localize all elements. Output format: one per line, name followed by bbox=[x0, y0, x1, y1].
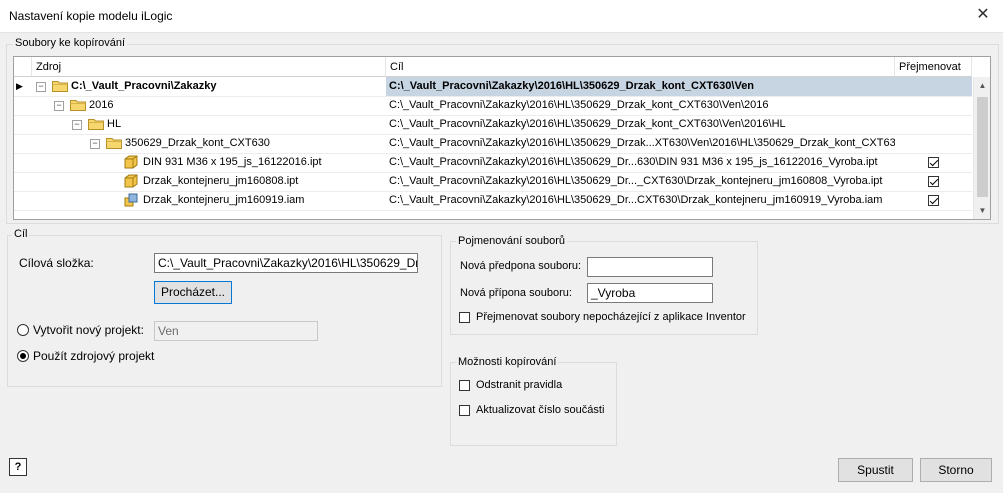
folder-icon bbox=[106, 138, 122, 149]
target-cell[interactable]: C:\_Vault_Pracovni\Zakazky\2016\HL\35062… bbox=[386, 172, 895, 191]
rename-checkbox[interactable] bbox=[928, 157, 939, 168]
row-indicator-icon bbox=[16, 153, 30, 172]
grid-corner bbox=[14, 57, 32, 77]
source-label: DIN 931 M36 x 195_js_16122016.ipt bbox=[143, 156, 322, 168]
table-row[interactable]: − 2016 C:\_Vault_Pracovni\Zakazky\2016\HL\… bbox=[14, 96, 972, 116]
scroll-up-icon[interactable]: ▲ bbox=[974, 77, 990, 94]
grid-vertical-scrollbar[interactable]: ▲ ▼ bbox=[973, 77, 990, 219]
title-bar: Nastavení kopie modelu iLogic ✕ bbox=[0, 0, 1003, 33]
source-cell[interactable]: − HL bbox=[32, 115, 386, 134]
column-header-source[interactable]: Zdroj bbox=[32, 57, 386, 77]
target-cell[interactable]: C:\_Vault_Pracovni\Zakazky\2016\HL\35062… bbox=[386, 191, 895, 210]
help-icon[interactable]: ? bbox=[9, 458, 27, 476]
rename-non-inventor-label: Přejmenovat soubory nepocházející z apli… bbox=[476, 311, 746, 323]
update-part-number-label: Aktualizovat číslo součásti bbox=[476, 404, 605, 416]
rename-cell bbox=[895, 153, 972, 172]
assembly-icon bbox=[124, 193, 138, 207]
source-label: 2016 bbox=[89, 99, 114, 111]
collapse-icon[interactable]: − bbox=[72, 120, 82, 130]
folder-icon bbox=[70, 100, 86, 111]
naming-group-legend: Pojmenování souborů bbox=[456, 235, 568, 247]
files-group-legend: Soubory ke kopírování bbox=[13, 37, 128, 49]
scrollbar-thumb[interactable] bbox=[977, 97, 988, 197]
source-cell[interactable]: − C:\_Vault_Pracovni\Zakazky bbox=[32, 77, 386, 96]
update-part-number-checkbox[interactable] bbox=[459, 405, 470, 416]
row-indicator-icon bbox=[16, 96, 30, 115]
run-button[interactable]: Spustit bbox=[838, 458, 913, 482]
cancel-button[interactable]: Storno bbox=[920, 458, 992, 482]
source-label: C:\_Vault_Pracovni\Zakazky bbox=[71, 80, 217, 92]
suffix-input[interactable]: _Vyroba bbox=[587, 283, 713, 303]
target-cell[interactable]: C:\_Vault_Pracovni\Zakazky\2016\HL\35062… bbox=[386, 77, 895, 96]
copy-options-legend: Možnosti kopírování bbox=[456, 356, 559, 368]
rename-cell bbox=[895, 96, 972, 115]
prefix-input[interactable] bbox=[587, 257, 713, 277]
row-indicator-icon bbox=[16, 134, 30, 153]
target-group-legend: Cíl bbox=[12, 228, 30, 240]
rename-checkbox[interactable] bbox=[928, 195, 939, 206]
collapse-icon[interactable]: − bbox=[36, 82, 46, 92]
source-label: HL bbox=[107, 118, 122, 130]
rename-cell bbox=[895, 191, 972, 210]
part-icon bbox=[124, 155, 138, 169]
folder-icon bbox=[52, 81, 68, 92]
use-source-project-radio[interactable] bbox=[17, 350, 29, 362]
table-row[interactable]: − 350629_Drzak_kont_CXT630 C:\_Vault_Praco… bbox=[14, 134, 972, 154]
row-indicator-icon bbox=[16, 115, 30, 134]
rename-cell bbox=[895, 134, 972, 153]
scroll-down-icon[interactable]: ▼ bbox=[974, 202, 990, 219]
suffix-label: Nová přípona souboru: bbox=[460, 287, 572, 299]
part-icon bbox=[124, 174, 138, 188]
target-folder-label: Cílová složka: bbox=[19, 256, 94, 270]
row-indicator-icon bbox=[16, 172, 30, 191]
rename-cell bbox=[895, 77, 972, 96]
column-header-target[interactable]: Cíl bbox=[386, 57, 895, 77]
collapse-icon[interactable]: − bbox=[90, 139, 100, 149]
rename-non-inventor-checkbox[interactable] bbox=[459, 312, 470, 323]
browse-button[interactable]: Procházet... bbox=[154, 281, 232, 304]
rename-cell bbox=[895, 115, 972, 134]
target-cell[interactable]: C:\_Vault_Pracovni\Zakazky\2016\HL\35062… bbox=[386, 115, 895, 134]
row-indicator-icon bbox=[16, 191, 30, 210]
new-project-label: Vytvořit nový projekt: bbox=[33, 323, 144, 337]
use-source-project-label: Použít zdrojový projekt bbox=[33, 349, 155, 363]
prefix-label: Nová předpona souboru: bbox=[460, 260, 582, 272]
source-cell[interactable]: Drzak_kontejneru_jm160808.ipt bbox=[32, 172, 386, 191]
rename-cell bbox=[895, 172, 972, 191]
source-cell[interactable]: Drzak_kontejneru_jm160919.iam bbox=[32, 191, 386, 210]
source-cell[interactable]: − 350629_Drzak_kont_CXT630 bbox=[32, 134, 386, 153]
table-row[interactable]: ▶ − C:\_Vault_Pracovni\Zakazky C:\_Vault_Pr… bbox=[14, 77, 972, 97]
source-label: Drzak_kontejneru_jm160808.ipt bbox=[143, 175, 299, 187]
close-icon[interactable]: ✕ bbox=[968, 2, 998, 28]
remove-rules-checkbox[interactable] bbox=[459, 380, 470, 391]
new-project-radio[interactable] bbox=[17, 324, 29, 336]
target-cell[interactable]: C:\_Vault_Pracovni\Zakazky\2016\HL\35062… bbox=[386, 96, 895, 115]
remove-rules-label: Odstranit pravidla bbox=[476, 379, 563, 391]
collapse-icon[interactable]: − bbox=[54, 101, 64, 111]
source-cell[interactable]: DIN 931 M36 x 195_js_16122016.ipt bbox=[32, 153, 386, 172]
target-folder-input[interactable]: C:\_Vault_Pracovni\Zakazky\2016\HL\35062… bbox=[154, 253, 418, 273]
new-project-input[interactable]: Ven bbox=[154, 321, 318, 341]
target-cell[interactable]: C:\_Vault_Pracovni\Zakazky\2016\HL\35062… bbox=[386, 153, 895, 172]
row-indicator-icon: ▶ bbox=[16, 81, 23, 91]
source-label: Drzak_kontejneru_jm160919.iam bbox=[143, 194, 305, 206]
table-row[interactable]: Drzak_kontejneru_jm160808.ipt C:\_Vault_P… bbox=[14, 172, 972, 192]
target-cell[interactable]: C:\_Vault_Pracovni\Zakazky\2016\HL\35062… bbox=[386, 134, 895, 153]
window-title: Nastavení kopie modelu iLogic bbox=[9, 9, 173, 23]
rename-checkbox[interactable] bbox=[928, 176, 939, 187]
source-label: 350629_Drzak_kont_CXT630 bbox=[125, 137, 270, 149]
source-cell[interactable]: − 2016 bbox=[32, 96, 386, 115]
column-header-rename[interactable]: Přejmenovat bbox=[895, 57, 972, 77]
folder-icon bbox=[88, 119, 104, 130]
table-row[interactable]: Drzak_kontejneru_jm160919.iam C:\_Vault_P… bbox=[14, 191, 972, 211]
files-grid[interactable]: Zdroj Cíl Přejmenovat ▶ − C:\_Vault_Pracov… bbox=[13, 56, 991, 220]
table-row[interactable]: DIN 931 M36 x 195_js_16122016.ipt C:\_Vau… bbox=[14, 153, 972, 173]
table-row[interactable]: − HL C:\_Vault_Pracovni\Zakazky\2016\HL\35… bbox=[14, 115, 972, 135]
